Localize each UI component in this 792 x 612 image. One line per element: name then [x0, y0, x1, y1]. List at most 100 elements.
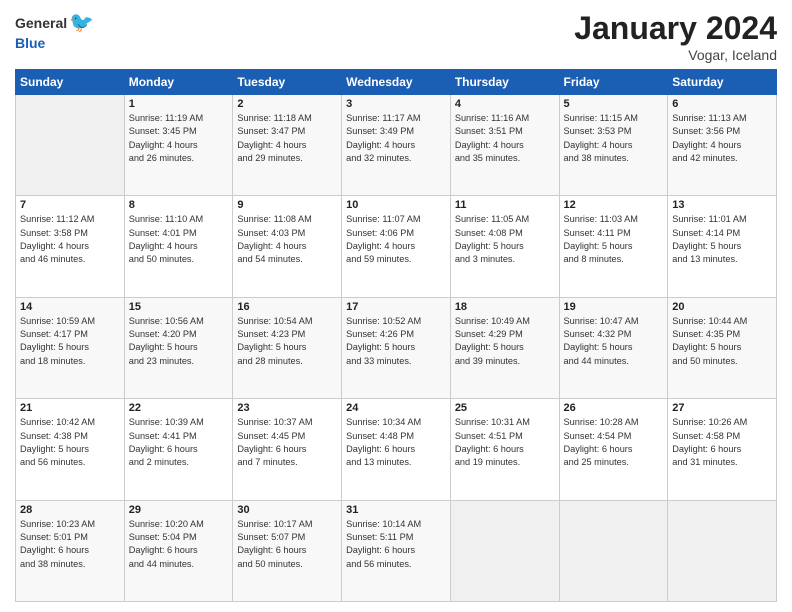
calendar-cell: 11 Sunrise: 11:05 AM Sunset: 4:08 PM Dayl…: [450, 196, 559, 297]
day-number: 29: [129, 504, 229, 516]
calendar-cell: [450, 500, 559, 601]
day-number: 9: [237, 199, 337, 211]
cell-content: Sunrise: 10:17 AM Sunset: 5:07 PM Daylig…: [237, 518, 337, 571]
cell-content: Sunrise: 10:37 AM Sunset: 4:45 PM Daylig…: [237, 416, 337, 469]
calendar-header-tuesday: Tuesday: [233, 70, 342, 95]
calendar-header-thursday: Thursday: [450, 70, 559, 95]
calendar-header-wednesday: Wednesday: [342, 70, 451, 95]
day-number: 28: [20, 504, 120, 516]
cell-content: Sunrise: 10:49 AM Sunset: 4:29 PM Daylig…: [455, 315, 555, 368]
day-number: 2: [237, 98, 337, 110]
day-number: 13: [672, 199, 772, 211]
day-number: 23: [237, 402, 337, 414]
day-number: 31: [346, 504, 446, 516]
cell-content: Sunrise: 10:42 AM Sunset: 4:38 PM Daylig…: [20, 416, 120, 469]
header: General 🐦 Blue January 2024 Vogar, Icela…: [15, 10, 777, 63]
day-number: 10: [346, 199, 446, 211]
calendar-cell: 29 Sunrise: 10:20 AM Sunset: 5:04 PM Dayl…: [124, 500, 233, 601]
cell-content: Sunrise: 11:07 AM Sunset: 4:06 PM Daylig…: [346, 213, 446, 266]
calendar-cell: 31 Sunrise: 10:14 AM Sunset: 5:11 PM Dayl…: [342, 500, 451, 601]
logo-general-text: General: [15, 15, 67, 31]
cell-content: Sunrise: 11:05 AM Sunset: 4:08 PM Daylig…: [455, 213, 555, 266]
day-number: 21: [20, 402, 120, 414]
calendar-cell: 13 Sunrise: 11:01 AM Sunset: 4:14 PM Dayl…: [668, 196, 777, 297]
day-number: 12: [564, 199, 664, 211]
day-number: 27: [672, 402, 772, 414]
calendar-cell: 3 Sunrise: 11:17 AM Sunset: 3:49 PM Dayli…: [342, 95, 451, 196]
calendar-header-saturday: Saturday: [668, 70, 777, 95]
cell-content: Sunrise: 11:16 AM Sunset: 3:51 PM Daylig…: [455, 112, 555, 165]
subtitle: Vogar, Iceland: [574, 47, 777, 63]
calendar-cell: 16Sunrise: 10:54 AM Sunset: 4:23 PM Dayl…: [233, 297, 342, 398]
day-number: 7: [20, 199, 120, 211]
calendar-cell: 25Sunrise: 10:31 AM Sunset: 4:51 PM Dayl…: [450, 399, 559, 500]
calendar-cell: 20 Sunrise: 10:44 AM Sunset: 4:35 PM Dayl…: [668, 297, 777, 398]
calendar-week-row: 1 Sunrise: 11:19 AM Sunset: 3:45 PM Dayli…: [16, 95, 777, 196]
day-number: 20: [672, 301, 772, 313]
cell-content: Sunrise: 11:01 AM Sunset: 4:14 PM Daylig…: [672, 213, 772, 266]
calendar-cell: [668, 500, 777, 601]
calendar-cell: 9 Sunrise: 11:08 AM Sunset: 4:03 PM Dayli…: [233, 196, 342, 297]
cell-content: Sunrise: 10:28 AM Sunset: 4:54 PM Daylig…: [564, 416, 664, 469]
calendar-cell: 23 Sunrise: 10:37 AM Sunset: 4:45 PM Dayl…: [233, 399, 342, 500]
day-number: 11: [455, 199, 555, 211]
calendar-cell: 15Sunrise: 10:56 AM Sunset: 4:20 PM Dayl…: [124, 297, 233, 398]
day-number: 3: [346, 98, 446, 110]
cell-content: Sunrise: 11:13 AM Sunset: 3:56 PM Daylig…: [672, 112, 772, 165]
calendar-cell: 2 Sunrise: 11:18 AM Sunset: 3:47 PM Dayli…: [233, 95, 342, 196]
day-number: 18: [455, 301, 555, 313]
calendar-cell: 18 Sunrise: 10:49 AM Sunset: 4:29 PM Dayl…: [450, 297, 559, 398]
day-number: 17: [346, 301, 446, 313]
calendar-cell: 12 Sunrise: 11:03 AM Sunset: 4:11 PM Dayl…: [559, 196, 668, 297]
calendar-cell: 8 Sunrise: 11:10 AM Sunset: 4:01 PM Dayli…: [124, 196, 233, 297]
calendar-week-row: 7 Sunrise: 11:12 AM Sunset: 3:58 PM Dayli…: [16, 196, 777, 297]
calendar-cell: 5Sunrise: 11:15 AM Sunset: 3:53 PM Dayli…: [559, 95, 668, 196]
calendar-header-sunday: Sunday: [16, 70, 125, 95]
cell-content: Sunrise: 10:44 AM Sunset: 4:35 PM Daylig…: [672, 315, 772, 368]
day-number: 1: [129, 98, 229, 110]
calendar-cell: 22Sunrise: 10:39 AM Sunset: 4:41 PM Dayl…: [124, 399, 233, 500]
calendar-header-friday: Friday: [559, 70, 668, 95]
logo-blue-text: Blue: [15, 35, 94, 51]
cell-content: Sunrise: 10:56 AM Sunset: 4:20 PM Daylig…: [129, 315, 229, 368]
day-number: 8: [129, 199, 229, 211]
calendar-cell: [559, 500, 668, 601]
logo-bird-icon: 🐦: [69, 10, 94, 35]
cell-content: Sunrise: 10:59 AM Sunset: 4:17 PM Daylig…: [20, 315, 120, 368]
calendar-cell: 17 Sunrise: 10:52 AM Sunset: 4:26 PM Dayl…: [342, 297, 451, 398]
logo: General 🐦 Blue: [15, 10, 94, 51]
calendar-cell: 1 Sunrise: 11:19 AM Sunset: 3:45 PM Dayli…: [124, 95, 233, 196]
calendar-cell: 7 Sunrise: 11:12 AM Sunset: 3:58 PM Dayli…: [16, 196, 125, 297]
calendar-cell: [16, 95, 125, 196]
day-number: 24: [346, 402, 446, 414]
cell-content: Sunrise: 11:10 AM Sunset: 4:01 PM Daylig…: [129, 213, 229, 266]
cell-content: Sunrise: 11:19 AM Sunset: 3:45 PM Daylig…: [129, 112, 229, 165]
cell-content: Sunrise: 10:20 AM Sunset: 5:04 PM Daylig…: [129, 518, 229, 571]
day-number: 4: [455, 98, 555, 110]
cell-content: Sunrise: 11:17 AM Sunset: 3:49 PM Daylig…: [346, 112, 446, 165]
cell-content: Sunrise: 10:47 AM Sunset: 4:32 PM Daylig…: [564, 315, 664, 368]
cell-content: Sunrise: 11:12 AM Sunset: 3:58 PM Daylig…: [20, 213, 120, 266]
calendar-cell: 6Sunrise: 11:13 AM Sunset: 3:56 PM Dayli…: [668, 95, 777, 196]
cell-content: Sunrise: 10:31 AM Sunset: 4:51 PM Daylig…: [455, 416, 555, 469]
cell-content: Sunrise: 10:52 AM Sunset: 4:26 PM Daylig…: [346, 315, 446, 368]
cell-content: Sunrise: 10:26 AM Sunset: 4:58 PM Daylig…: [672, 416, 772, 469]
calendar-cell: 26 Sunrise: 10:28 AM Sunset: 4:54 PM Dayl…: [559, 399, 668, 500]
cell-content: Sunrise: 11:18 AM Sunset: 3:47 PM Daylig…: [237, 112, 337, 165]
cell-content: Sunrise: 11:03 AM Sunset: 4:11 PM Daylig…: [564, 213, 664, 266]
day-number: 5: [564, 98, 664, 110]
day-number: 26: [564, 402, 664, 414]
calendar-cell: 27 Sunrise: 10:26 AM Sunset: 4:58 PM Dayl…: [668, 399, 777, 500]
day-number: 19: [564, 301, 664, 313]
calendar-cell: 28Sunrise: 10:23 AM Sunset: 5:01 PM Dayl…: [16, 500, 125, 601]
calendar-cell: 24Sunrise: 10:34 AM Sunset: 4:48 PM Dayl…: [342, 399, 451, 500]
day-number: 14: [20, 301, 120, 313]
cell-content: Sunrise: 11:08 AM Sunset: 4:03 PM Daylig…: [237, 213, 337, 266]
calendar-cell: 30Sunrise: 10:17 AM Sunset: 5:07 PM Dayl…: [233, 500, 342, 601]
day-number: 16: [237, 301, 337, 313]
calendar-cell: 4 Sunrise: 11:16 AM Sunset: 3:51 PM Dayli…: [450, 95, 559, 196]
calendar-table: SundayMondayTuesdayWednesdayThursdayFrid…: [15, 69, 777, 602]
cell-content: Sunrise: 10:14 AM Sunset: 5:11 PM Daylig…: [346, 518, 446, 571]
calendar-week-row: 28Sunrise: 10:23 AM Sunset: 5:01 PM Dayl…: [16, 500, 777, 601]
main-title: January 2024: [574, 10, 777, 47]
